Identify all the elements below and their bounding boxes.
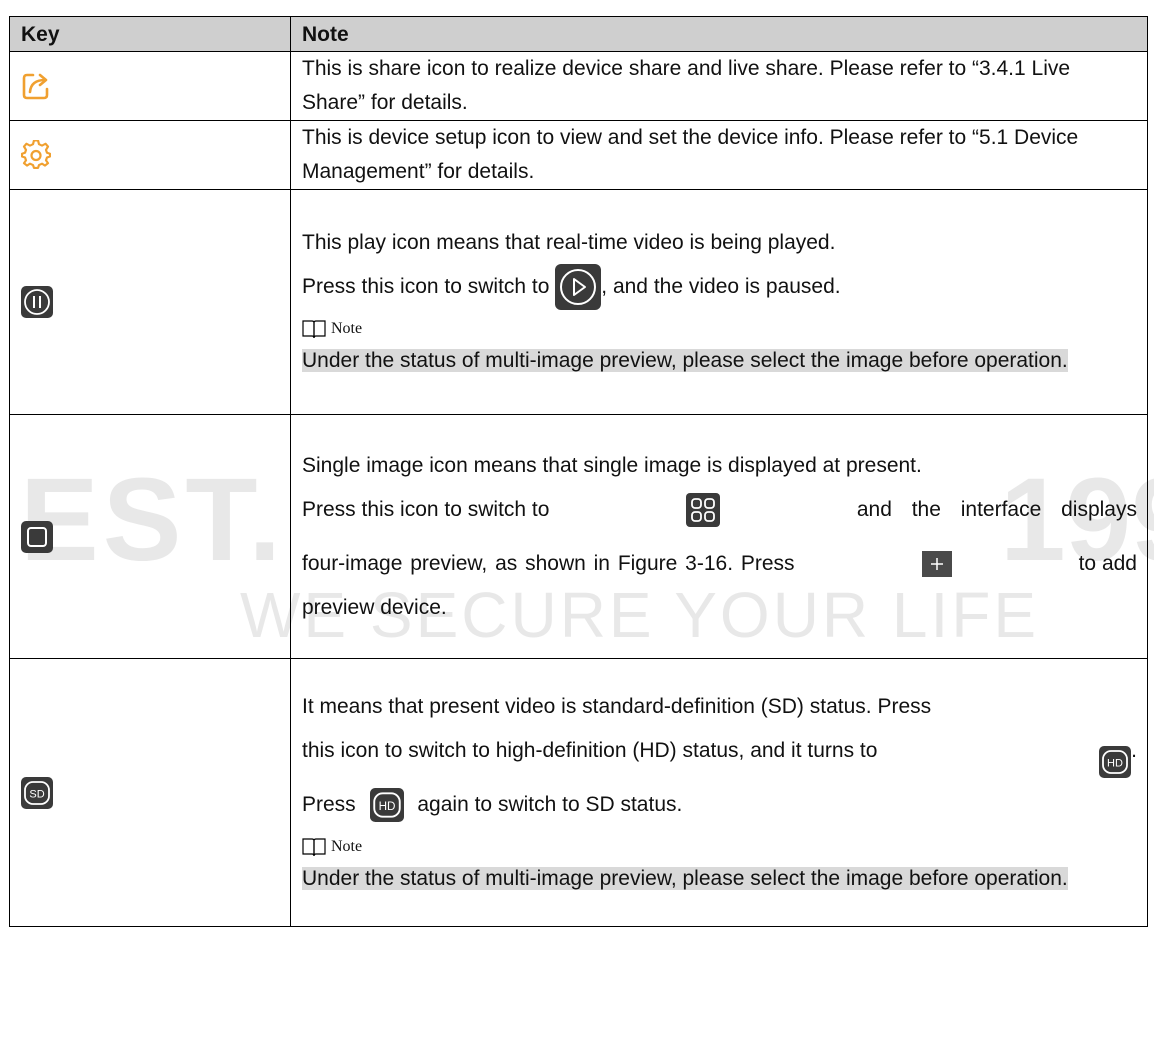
single-image-icon <box>21 520 53 553</box>
key-note-table: Key Note This is share icon to realize d… <box>9 16 1148 927</box>
note-text: . <box>1131 738 1137 762</box>
pause-icon <box>21 286 53 319</box>
book-icon <box>302 837 326 857</box>
note-text: , and the video is paused. <box>601 275 841 298</box>
note-text: Press this icon to switch to <box>302 275 550 298</box>
svg-text:SD: SD <box>29 788 44 800</box>
note-text: this icon to switch to high-definition (… <box>302 738 878 762</box>
note-line: Single image icon means that single imag… <box>302 453 922 477</box>
note-body: Under the status of multi-image preview,… <box>302 344 1137 378</box>
hd-icon: HD <box>1099 745 1132 778</box>
header-note: Note <box>290 16 1148 52</box>
icon-with-period: HD . <box>1099 724 1137 778</box>
note-line: Press this icon to switch to and the int… <box>302 483 1137 537</box>
table-row: This is device setup icon to view and se… <box>9 120 1148 190</box>
note-cell: This play icon means that real-time vide… <box>290 189 1148 415</box>
four-image-icon <box>686 492 721 527</box>
note-text: and the interface displays <box>856 497 1137 521</box>
note-label-text: Note <box>331 837 363 855</box>
table-row: This play icon means that real-time vide… <box>9 189 1148 415</box>
note-label: Note <box>302 314 1137 344</box>
play-icon <box>555 264 602 311</box>
key-cell <box>9 120 291 190</box>
key-cell <box>9 189 291 415</box>
note-cell: Single image icon means that single imag… <box>290 414 1148 659</box>
note-line: It means that present video is standard-… <box>302 694 932 718</box>
table-row: Single image icon means that single imag… <box>9 414 1148 659</box>
note-line: This play icon means that real-time vide… <box>302 231 836 254</box>
note-text: Press <box>302 792 356 816</box>
svg-text:HD: HD <box>1107 757 1123 769</box>
gear-icon <box>21 140 51 170</box>
table-row: This is share icon to realize device sha… <box>9 51 1148 121</box>
key-cell <box>9 51 291 121</box>
note-line: four-image preview, as shown in Figure 3… <box>302 537 1137 591</box>
table-row: SD It means that present video is standa… <box>9 658 1148 927</box>
sd-icon: SD <box>21 776 53 809</box>
header-key: Key <box>9 16 291 52</box>
share-icon <box>21 71 51 101</box>
hd-icon: HD <box>369 787 404 822</box>
note-label-text: Note <box>331 320 363 337</box>
highlighted-note: Under the status of multi-image preview,… <box>302 866 1068 890</box>
add-icon <box>921 550 952 577</box>
note-text: to add <box>1078 551 1137 575</box>
note-cell: It means that present video is standard-… <box>290 658 1148 927</box>
table-header-row: Key Note <box>9 16 1148 52</box>
note-body: Under the status of multi-image preview,… <box>302 862 1137 896</box>
key-cell <box>9 414 291 659</box>
note-line: this icon to switch to high-definition (… <box>302 724 1137 778</box>
key-cell: SD <box>9 658 291 927</box>
note-label: Note <box>302 832 1137 862</box>
note-line: preview device. <box>302 595 447 619</box>
note-text: Press this icon to switch to <box>302 497 550 521</box>
note-line: Press HD again to switch to SD status. <box>302 778 1137 832</box>
svg-text:HD: HD <box>378 800 395 813</box>
note-cell: This is device setup icon to view and se… <box>290 120 1148 190</box>
note-text: four-image preview, as shown in Figure 3… <box>302 551 795 575</box>
note-text: again to switch to SD status. <box>417 792 683 816</box>
note-line: Press this icon to switch to , and the v… <box>302 260 1137 314</box>
highlighted-note: Under the status of multi-image preview,… <box>302 349 1068 372</box>
book-icon <box>302 319 326 339</box>
note-cell: This is share icon to realize device sha… <box>290 51 1148 121</box>
